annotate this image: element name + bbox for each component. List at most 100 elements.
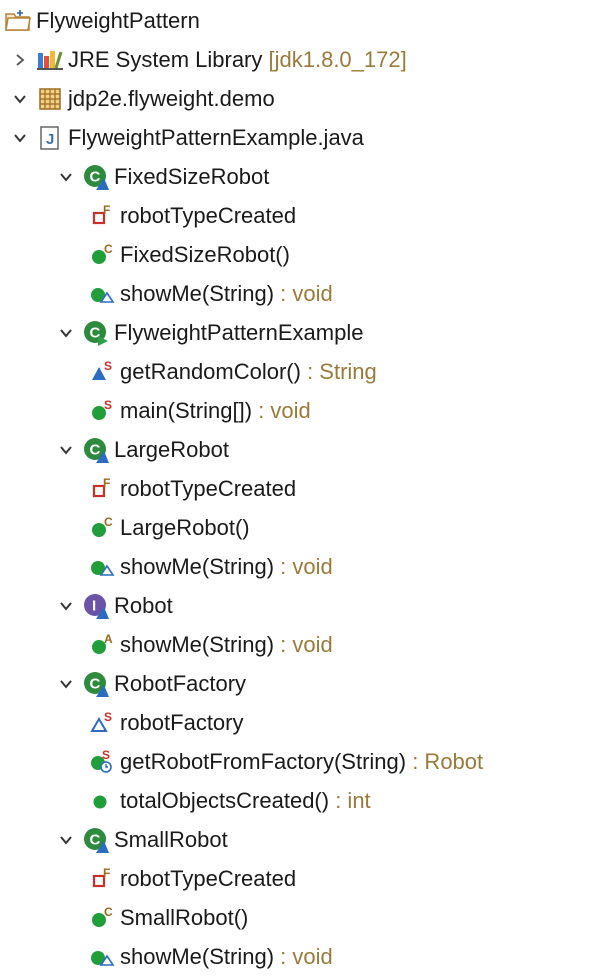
tree-row[interactable]: FrobotTypeCreated <box>0 469 609 508</box>
svg-text:C: C <box>104 906 113 919</box>
package-explorer-tree: FlyweightPattern JRE System Library [jdk1… <box>0 0 609 975</box>
tree-item-label: FixedSizeRobot <box>114 163 270 189</box>
library-books-icon <box>36 46 64 74</box>
tree-item-label: robotTypeCreated <box>120 202 297 228</box>
tree-row[interactable]: showMe(String) : void <box>0 937 609 976</box>
tree-row[interactable]: J FlyweightPatternExample.java <box>0 118 609 157</box>
tree-row[interactable]: showMe(String) : void <box>0 274 609 313</box>
constructor-icon: C <box>88 514 116 542</box>
final-field-icon: F <box>88 202 116 230</box>
class-icon: C <box>82 670 110 698</box>
tree-row[interactable]: SgetRobotFromFactory(String) : Robot <box>0 742 609 781</box>
tree-row[interactable]: C FlyweightPatternExample <box>0 313 609 352</box>
class-icon: C <box>82 826 110 854</box>
tree-item-label: LargeRobot() <box>120 514 250 540</box>
svg-text:F: F <box>103 477 110 490</box>
abstract-method-icon: A <box>88 631 116 659</box>
tree-row[interactable]: C LargeRobot <box>0 430 609 469</box>
tree-row[interactable]: C SmallRobot() <box>0 898 609 937</box>
tree-row[interactable]: C LargeRobot() <box>0 508 609 547</box>
tree-row[interactable]: SgetRandomColor() : String <box>0 352 609 391</box>
svg-text:S: S <box>102 749 110 762</box>
constructor-icon: C <box>88 904 116 932</box>
tree-item-label: FixedSizeRobot() <box>120 241 290 267</box>
chevron-down-icon[interactable] <box>56 596 76 616</box>
tree-row[interactable]: Smain(String[]) : void <box>0 391 609 430</box>
tree-row[interactable]: totalObjectsCreated() : int <box>0 781 609 820</box>
static-field-icon: S <box>88 709 116 737</box>
svg-text:C: C <box>90 831 101 848</box>
svg-text:C: C <box>104 243 113 256</box>
chevron-right-icon[interactable] <box>10 50 30 70</box>
svg-text:A: A <box>104 633 113 646</box>
chevron-down-icon[interactable] <box>56 323 76 343</box>
tree-item-type-suffix: [jdk1.8.0_172] <box>262 46 407 72</box>
tree-item-label: FlyweightPattern <box>36 7 200 33</box>
override-method-icon <box>88 943 116 971</box>
tree-item-label: main(String[]) <box>120 397 253 423</box>
tree-item-label: showMe(String) <box>120 943 275 969</box>
svg-text:C: C <box>90 675 101 692</box>
svg-text:C: C <box>90 168 101 185</box>
chevron-down-icon[interactable] <box>56 440 76 460</box>
tree-row[interactable]: C SmallRobot <box>0 820 609 859</box>
tree-item-type-suffix: : Robot <box>406 748 484 774</box>
tree-row[interactable]: FrobotTypeCreated <box>0 196 609 235</box>
static-synchronized-method-icon: S <box>88 748 116 776</box>
override-method-icon <box>88 553 116 581</box>
svg-text:C: C <box>90 441 101 458</box>
tree-item-label: FlyweightPatternExample <box>114 319 364 345</box>
tree-item-type-suffix: : void <box>252 397 311 423</box>
tree-item-type-suffix: : String <box>300 358 377 384</box>
tree-item-label: SmallRobot <box>114 826 228 852</box>
tree-row[interactable]: I Robot <box>0 586 609 625</box>
svg-text:S: S <box>104 360 112 373</box>
tree-item-label: showMe(String) <box>120 553 275 579</box>
tree-row[interactable]: C FixedSizeRobot <box>0 157 609 196</box>
project-folder-icon <box>4 7 32 35</box>
tree-row[interactable]: C RobotFactory <box>0 664 609 703</box>
tree-item-type-suffix: : void <box>274 553 333 579</box>
final-field-icon: F <box>88 475 116 503</box>
tree-item-label: FlyweightPatternExample.java <box>68 124 364 150</box>
tree-item-label: LargeRobot <box>114 436 229 462</box>
chevron-down-icon[interactable] <box>56 674 76 694</box>
tree-item-label: RobotFactory <box>114 670 247 696</box>
chevron-down-icon[interactable] <box>10 128 30 148</box>
class-icon: C <box>82 163 110 191</box>
static-method-icon: S <box>88 397 116 425</box>
svg-text:F: F <box>103 204 110 217</box>
svg-text:S: S <box>104 711 112 724</box>
tree-item-label: getRobotFromFactory(String) <box>120 748 407 774</box>
tree-item-type-suffix: : void <box>274 631 333 657</box>
tree-row[interactable]: SrobotFactory <box>0 703 609 742</box>
interface-icon: I <box>82 592 110 620</box>
tree-row[interactable]: AshowMe(String) : void <box>0 625 609 664</box>
tree-item-label: robotTypeCreated <box>120 865 297 891</box>
tree-item-type-suffix: : void <box>274 943 333 969</box>
svg-text:C: C <box>104 516 113 529</box>
tree-item-type-suffix: : int <box>329 787 371 813</box>
tree-row[interactable]: showMe(String) : void <box>0 547 609 586</box>
constructor-icon: C <box>88 241 116 269</box>
tree-row[interactable]: FlyweightPattern <box>0 1 609 40</box>
chevron-down-icon[interactable] <box>10 89 30 109</box>
svg-text:S: S <box>104 399 112 412</box>
chevron-down-icon[interactable] <box>56 167 76 187</box>
tree-item-label: robotFactory <box>120 709 244 735</box>
tree-item-label: getRandomColor() <box>120 358 301 384</box>
svg-text:F: F <box>103 867 110 880</box>
tree-item-type-suffix: : void <box>274 280 333 306</box>
tree-item-label: robotTypeCreated <box>120 475 297 501</box>
package-icon <box>36 85 64 113</box>
svg-text:J: J <box>46 131 54 148</box>
tree-row[interactable]: FrobotTypeCreated <box>0 859 609 898</box>
tree-row[interactable]: jdp2e.flyweight.demo <box>0 79 609 118</box>
chevron-down-icon[interactable] <box>56 830 76 850</box>
tree-item-label: showMe(String) <box>120 280 275 306</box>
override-method-icon <box>88 280 116 308</box>
tree-row[interactable]: C FixedSizeRobot() <box>0 235 609 274</box>
class-icon: C <box>82 436 110 464</box>
class-main-icon: C <box>82 319 110 347</box>
tree-row[interactable]: JRE System Library [jdk1.8.0_172] <box>0 40 609 79</box>
